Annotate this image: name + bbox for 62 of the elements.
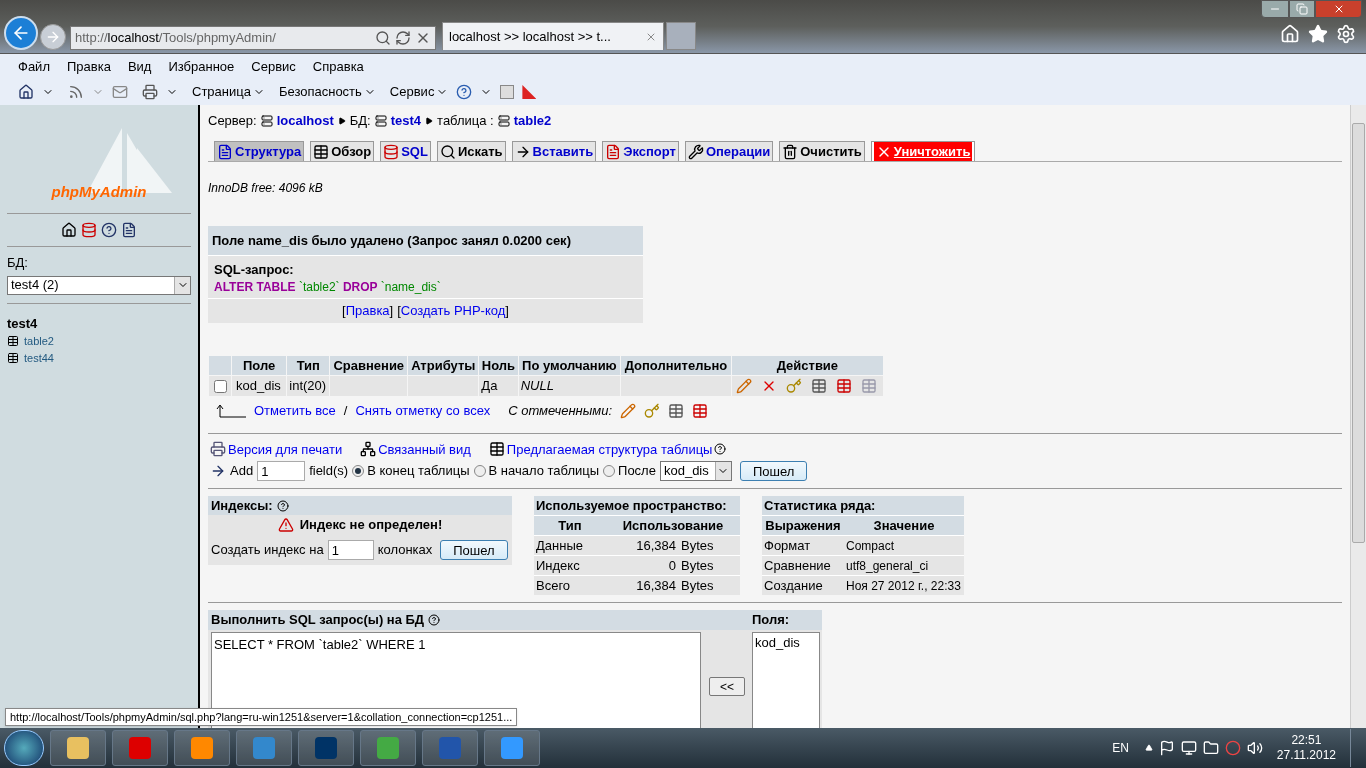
bracket: ]: [389, 301, 394, 320]
table-cell-text: Compact: [845, 537, 896, 555]
db-label: БД:: [7, 254, 29, 272]
column-header: Значение: [872, 517, 936, 535]
address-text: http://localhost/Tools/phpmyAdmin/: [75, 29, 276, 48]
radio-label: В конец таблицы: [367, 462, 470, 481]
table-cell-text: Создание: [763, 576, 824, 595]
panel-title: Выполнить SQL запрос(ы) на БД: [211, 611, 425, 630]
warning-text: Индекс не определен!: [299, 516, 443, 535]
sql-query: ALTER TABLE `table2` DROP `name_dis`: [214, 279, 442, 294]
innodb-info: InnoDB free: 4096 kB: [208, 180, 324, 197]
table-cell-text: utf8_general_ci: [845, 557, 930, 575]
table-cell-text: 0: [667, 556, 677, 575]
column-header: Тип: [557, 517, 583, 535]
table-cell-text: Сравнение: [763, 556, 832, 575]
panel-title: Индексы:: [211, 496, 273, 515]
fields-label: field(s): [309, 462, 349, 481]
radio-label: В начало таблицы: [488, 462, 600, 481]
breadcrumb-label: таблица :: [437, 112, 494, 131]
breadcrumb-label: БД:: [349, 112, 371, 131]
table-cell-text: 16,384: [635, 536, 677, 555]
radio-label: После: [618, 462, 656, 481]
status-url-tooltip: http://localhost/Tools/phpmyAdmin/sql.php?lang=ru-win1251&server=1&collation_connection=cp1251...: [5, 708, 518, 726]
bracket: ]: [505, 301, 509, 320]
table-cell-text: Bytes: [680, 536, 715, 555]
column-header: Поле: [232, 355, 287, 375]
panel-title: Используемое пространство:: [534, 496, 740, 515]
breadcrumb-label: Сервер:: [208, 112, 257, 131]
table-cell-text: Всего: [535, 576, 572, 595]
column-header: Ноль: [479, 355, 518, 375]
table-cell: int(20): [287, 376, 330, 396]
tab-title: localhost >> localhost >> t...: [449, 27, 612, 46]
table-cell-text: Данные: [535, 536, 584, 555]
logo-text: phpMyAdmin: [51, 181, 147, 202]
column-header: Дополнительно: [621, 355, 731, 375]
panel-title: Статистика ряда:: [762, 496, 964, 515]
column-header: Сравнение: [330, 355, 408, 375]
table-cell: NULL: [518, 376, 621, 396]
sql-label: SQL-запрос:: [214, 261, 295, 279]
table-cell: kod_dis: [232, 376, 287, 396]
column-header: Тип: [287, 355, 330, 375]
with-selected-label: С отмеченными:: [508, 402, 613, 420]
message-title: Поле name_dis было удалено (Запрос занял 0.0200 сек): [208, 226, 643, 255]
column-header: Действие: [731, 355, 883, 375]
table-cell: Да: [479, 376, 518, 396]
bracket: [: [342, 301, 346, 320]
table-cell-text: Индекс: [535, 556, 581, 575]
column-header: Выражения: [764, 517, 842, 535]
column-header: По умолчанию: [518, 355, 621, 375]
table-cell-text: Bytes: [680, 576, 715, 595]
table-cell-text: 16,384: [635, 576, 677, 595]
create-index-label: Создать индекс на: [211, 541, 324, 560]
table-cell-text: Ноя 27 2012 г., 22:33: [845, 577, 962, 595]
panel-title: Поля:: [750, 610, 822, 630]
table-cell-text: Bytes: [680, 556, 715, 575]
add-label: Add: [230, 462, 254, 481]
column-header: Атрибуты: [408, 355, 479, 375]
bracket: [: [397, 301, 401, 320]
columns-label: колонках: [377, 541, 433, 560]
separator: /: [343, 402, 348, 420]
table-cell-text: Формат: [763, 536, 812, 555]
column-header: Использование: [621, 517, 725, 535]
